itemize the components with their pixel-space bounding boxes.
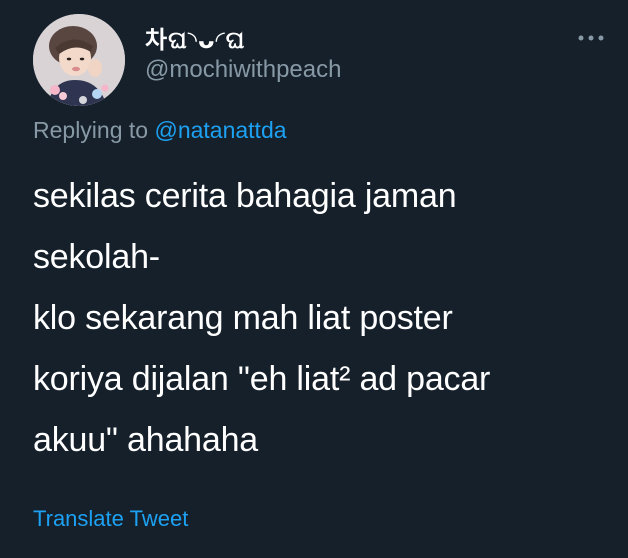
reply-context-prefix: Replying to <box>33 117 149 143</box>
tweet-text-line: sekilas cerita bahagia jaman <box>33 177 457 215</box>
reply-context: Replying to @natanattda <box>33 117 287 144</box>
tweet-text-line: sekolah- <box>33 238 160 276</box>
more-horizontal-icon[interactable] <box>577 30 605 41</box>
translate-tweet-link[interactable]: Translate Tweet <box>33 506 188 532</box>
reply-mention-link[interactable]: @natanattda <box>154 117 286 143</box>
tweet-card: 차ଘ◝ᴗ◜ଘ @mochiwithpeach Replying to @nata… <box>0 0 628 558</box>
tweet-text-line: klo sekarang mah liat poster <box>33 299 453 337</box>
author-handle[interactable]: @mochiwithpeach <box>145 56 341 84</box>
profile-photo-icon <box>33 14 125 106</box>
tweet-text-line: koriya dijalan "eh liat² ad pacar <box>33 360 491 398</box>
author-display-name[interactable]: 차ଘ◝ᴗ◜ଘ <box>145 20 245 55</box>
tweet-text: sekilas cerita bahagia jaman sekolah- kl… <box>33 166 603 471</box>
tweet-text-line: akuu" ahahaha <box>33 421 259 459</box>
author-avatar[interactable] <box>33 14 125 106</box>
